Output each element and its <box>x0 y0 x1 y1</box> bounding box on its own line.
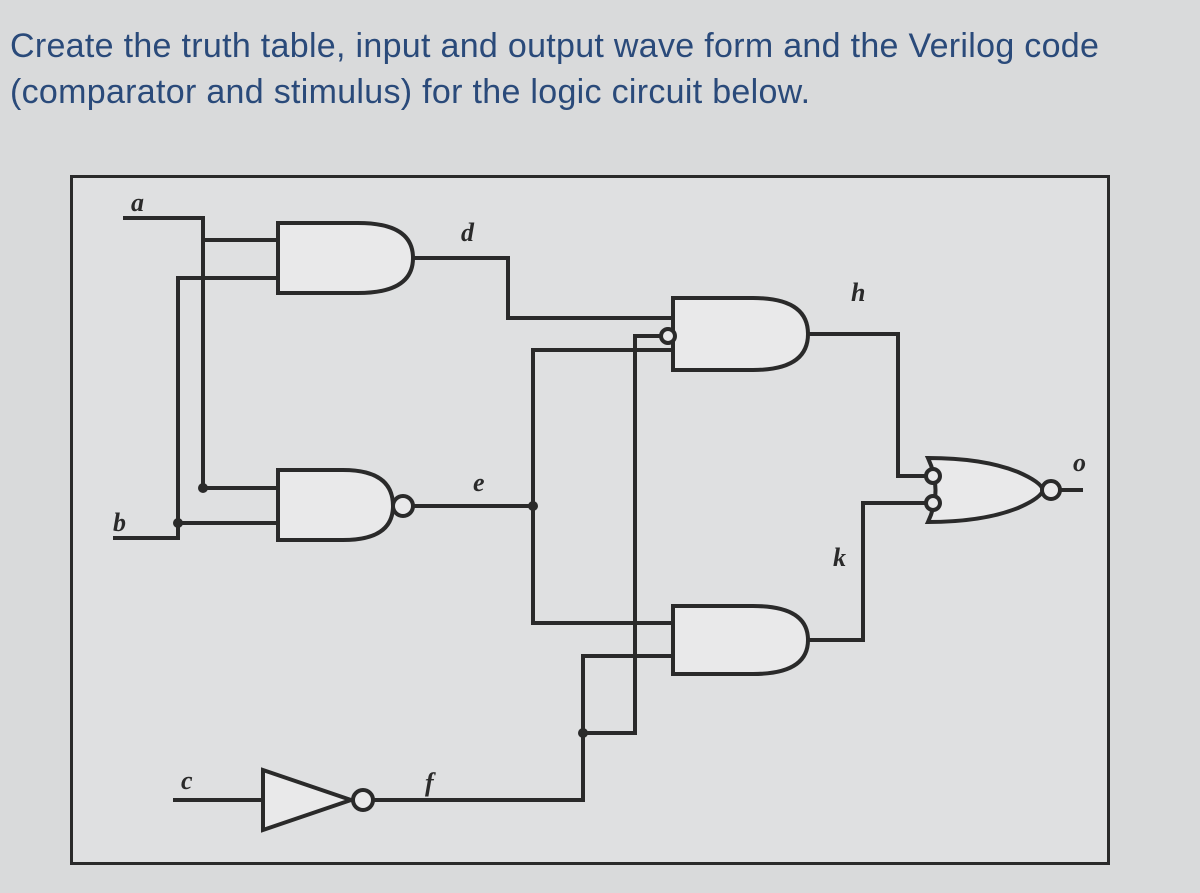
question-line1: Create the truth table, input and output… <box>10 27 1099 65</box>
circuit-svg <box>73 178 1107 862</box>
logic-diagram: a b c d e f h k o g1 g2 g3 g4 g5 g6 <box>70 175 1110 865</box>
diagram-container: a b c d e f h k o g1 g2 g3 g4 g5 g6 <box>70 175 1110 865</box>
question-line2: (comparator and stimulus) for the logic … <box>10 73 810 111</box>
question-text: Create the truth table, input and output… <box>10 24 1180 116</box>
page: Create the truth table, input and output… <box>0 0 1200 893</box>
